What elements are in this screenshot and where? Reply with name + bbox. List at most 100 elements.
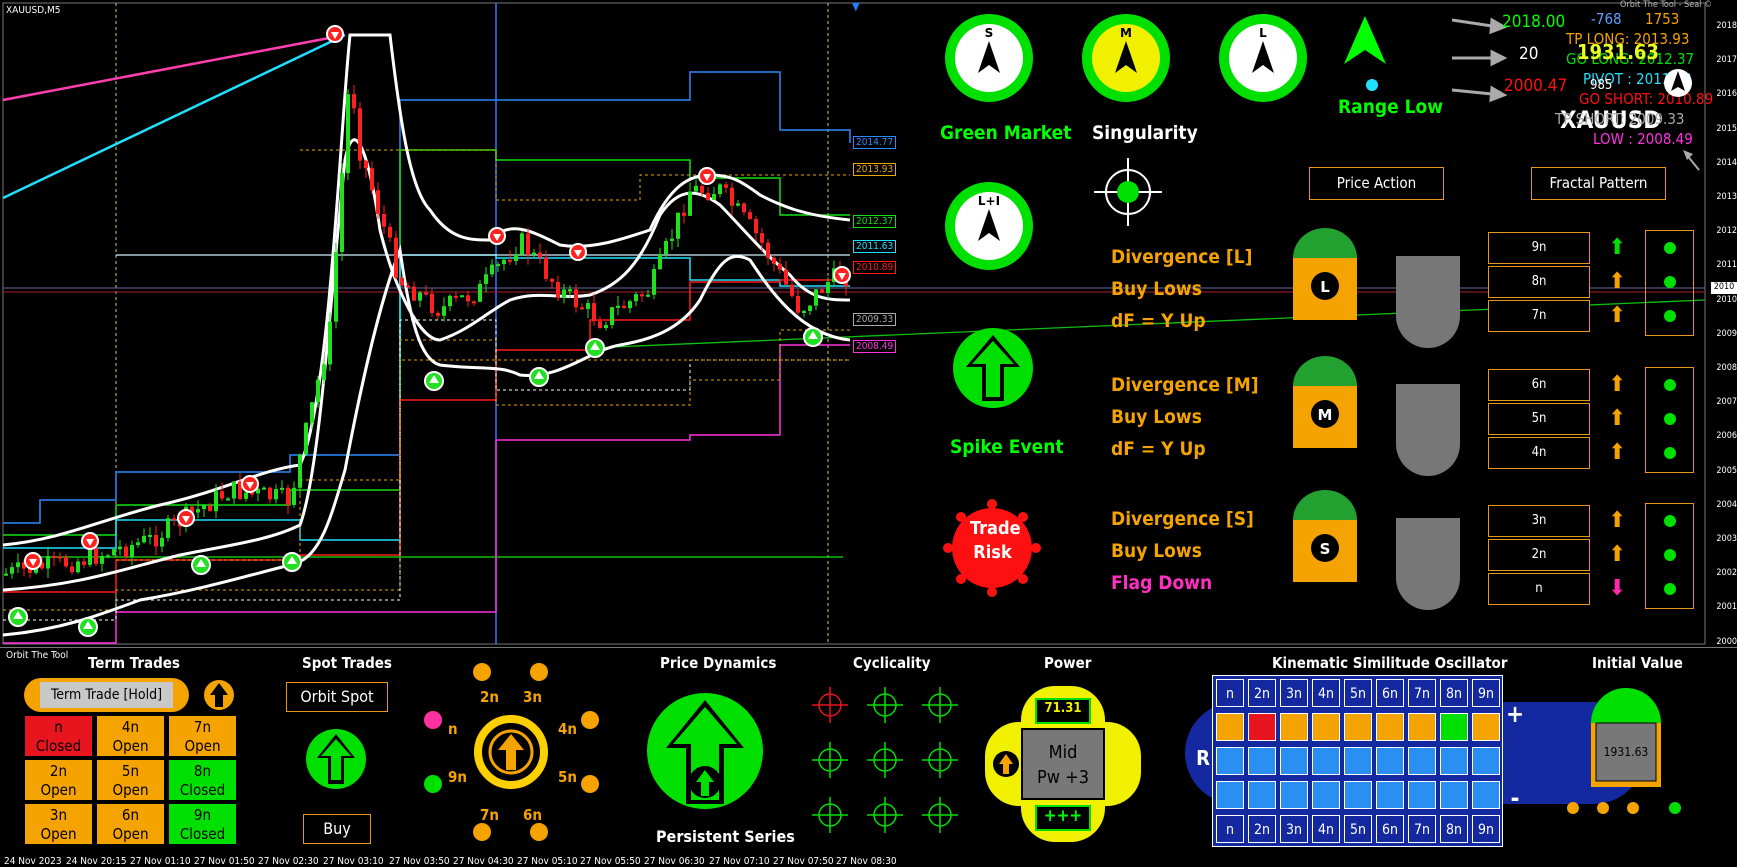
fractal-row-button[interactable]: 7n (1488, 300, 1590, 332)
kso-footer-label: 4n (1312, 815, 1340, 843)
svg-text:L+I: L+I (978, 194, 1000, 208)
spike-event-arrow-icon (953, 328, 1033, 408)
target-price: 2018.00 (1502, 12, 1566, 32)
kso-plus-button[interactable]: + (1500, 700, 1530, 728)
persistent-series-label: Persistent Series (656, 827, 795, 846)
fractal-low-marker (8, 607, 28, 627)
kso-header-label: 6n (1376, 679, 1404, 707)
fractal-row-button[interactable]: n (1488, 573, 1590, 605)
kso-cell (1312, 747, 1340, 775)
power-mid-2: Pw +3 (1036, 767, 1090, 788)
y-axis-tick: 2017 (1716, 55, 1737, 66)
divergence-l-icon: L (1293, 228, 1357, 320)
power-plus: +++ (1043, 806, 1083, 826)
term-cell[interactable]: n Closed (24, 715, 93, 757)
y-axis-tick: 2016 (1716, 89, 1737, 100)
fractal-row-button[interactable]: 8n (1488, 266, 1590, 298)
fractal-low-marker (529, 367, 549, 387)
compass-s-indicator[interactable]: S (944, 13, 1034, 103)
candle (340, 163, 344, 261)
y-axis-tick: 2018 (1716, 21, 1737, 31)
term-cell[interactable]: 8n Closed (168, 759, 237, 801)
term-cell[interactable]: 3n Open (24, 803, 93, 845)
x-axis-tick: 27 Nov 07:10 (709, 856, 770, 867)
arrow-up-icon: ⬆ (1608, 235, 1626, 260)
buy-button[interactable]: Buy (303, 814, 371, 844)
compass-l-indicator[interactable]: L (1218, 13, 1308, 103)
price-action-button[interactable]: Price Action (1309, 167, 1444, 200)
candle (166, 515, 170, 542)
orbit-label-4n: 4n (558, 720, 577, 738)
candle (652, 264, 656, 300)
fractal-row-button[interactable]: 6n (1488, 369, 1590, 401)
cyclicality-title: Cyclicality (853, 654, 931, 672)
compass-dial-icon: L (1219, 14, 1307, 102)
y-axis-tick: 2008 (1716, 363, 1737, 373)
y-axis-tick: 2014 (1716, 157, 1737, 168)
term-cell-status: Open (184, 737, 221, 755)
term-cell[interactable]: 6n Open (96, 803, 165, 845)
term-cell-label: 4n (121, 718, 140, 736)
y-axis-tick: 2011 (1716, 260, 1737, 271)
term-cell[interactable]: 2n Open (24, 759, 93, 801)
kso-title: Kinematic Similitude Oscillator (1272, 654, 1508, 672)
y-axis-tick: 2012 (1716, 226, 1737, 237)
divergence-line3: dF = Y Up (1111, 310, 1206, 332)
kso-header-label: 4n (1312, 679, 1340, 707)
kso-r-button[interactable]: R (1190, 746, 1216, 770)
candle (358, 101, 362, 170)
fractal-row-button[interactable]: 2n (1488, 539, 1590, 571)
kso-state-cell (1280, 713, 1308, 741)
y-axis-tick: 2010 (1716, 294, 1737, 305)
term-cell[interactable]: 4n Open (96, 715, 165, 757)
singularity-label: Singularity (1092, 122, 1198, 144)
x-axis-tick: 24 Nov 20:15 (66, 856, 127, 867)
term-cell[interactable]: 5n Open (96, 759, 165, 801)
x-axis-tick: 27 Nov 04:30 (453, 856, 514, 867)
initial-value-title: Initial Value (1592, 654, 1683, 672)
kso-cell (1280, 747, 1308, 775)
x-axis-tick: 27 Nov 03:50 (389, 856, 450, 867)
term-cell-label: 3n (49, 806, 68, 824)
term-cell[interactable]: 9n Closed (168, 803, 237, 845)
term-cell-status: Open (112, 781, 149, 799)
fractal-low-marker (78, 617, 98, 637)
fractal-pattern-button[interactable]: Fractal Pattern (1531, 167, 1666, 200)
kso-minus-button[interactable]: - (1500, 784, 1530, 812)
divergence-grey-shape (1396, 256, 1460, 348)
term-cell[interactable]: 7n Open (168, 715, 237, 757)
compass-dial-icon: S (945, 14, 1033, 102)
compass-m-indicator[interactable]: M (1081, 13, 1171, 103)
fractal-row-button[interactable]: 9n (1488, 232, 1590, 264)
divergence-title: Divergence [L] (1111, 246, 1253, 268)
kso-state-cell (1312, 713, 1340, 741)
kso-cell (1248, 747, 1276, 775)
x-axis-tick: 27 Nov 01:10 (130, 856, 191, 867)
fractal-row-button[interactable]: 5n (1488, 403, 1590, 435)
fractal-row-button[interactable]: 3n (1488, 505, 1590, 537)
kso-footer-label: n (1216, 815, 1244, 843)
symbol-title: XAUUSD,M5 (6, 5, 61, 16)
singularity-target-icon (1094, 158, 1162, 226)
cyclicality-target-icon (812, 742, 848, 778)
status-dot-box (1645, 503, 1694, 609)
brand-header: Orbit The Tool - Seal © (1620, 0, 1713, 10)
status-dot-box (1645, 367, 1694, 473)
candle (304, 422, 308, 457)
orbit-spot-button[interactable]: Orbit Spot (286, 682, 388, 712)
status-dot-box (1645, 230, 1694, 336)
neg-value: -768 (1591, 10, 1622, 28)
compass-li-indicator[interactable]: L+I (944, 181, 1034, 271)
orbit-label-7n: 7n (480, 806, 499, 824)
fractal-high-marker (241, 475, 259, 493)
spot-trades-title: Spot Trades (302, 654, 392, 672)
term-trade-hold-button[interactable]: Term Trade [Hold] (40, 682, 173, 708)
price-level-label: 2010.89 (853, 261, 897, 274)
term-cell-status: Closed (35, 737, 82, 755)
arrow-up-icon: ⬆ (1608, 269, 1626, 294)
cyclicality-target-icon (812, 687, 848, 723)
fractal-row-button[interactable]: 4n (1488, 437, 1590, 469)
fractal-high-marker (698, 167, 716, 185)
kso-header-label: 7n (1408, 679, 1436, 707)
cyclicality-target-icon (922, 687, 958, 723)
